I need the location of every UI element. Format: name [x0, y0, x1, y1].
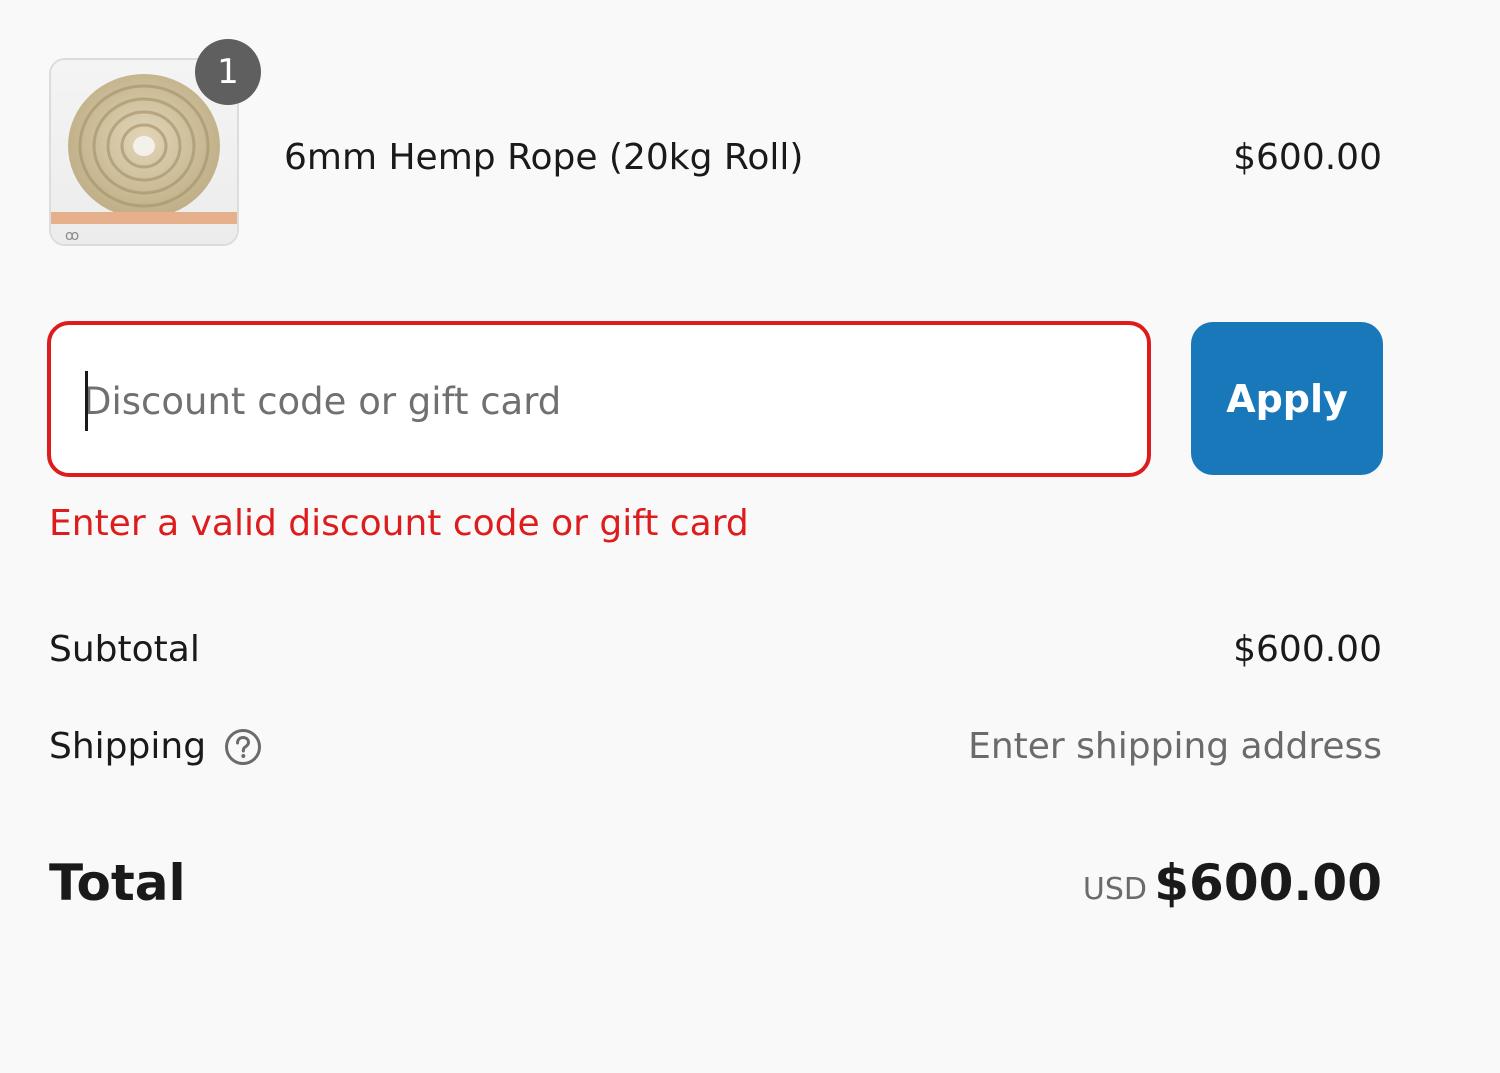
product-name: 6mm Hemp Rope (20kg Roll): [284, 137, 804, 178]
product-price: $600.00: [1233, 137, 1382, 178]
apply-button[interactable]: Apply: [1191, 322, 1383, 475]
shelf-decoration: [51, 212, 237, 224]
question-circle-icon[interactable]: [224, 728, 262, 766]
text-caret: [85, 371, 88, 431]
currency-code: USD: [1082, 872, 1147, 907]
discount-code-input[interactable]: [83, 365, 1083, 437]
shipping-value: Enter shipping address: [968, 726, 1382, 767]
subtotal-label: Subtotal: [49, 629, 200, 670]
total-label: Total: [49, 854, 186, 912]
order-summary: oo 1 6mm Hemp Rope (20kg Roll) $600.00 A…: [0, 0, 1500, 1073]
rope-roll-image: [68, 74, 220, 218]
shipping-label: Shipping: [49, 726, 207, 767]
subtotal-value: $600.00: [1233, 629, 1382, 670]
discount-field[interactable]: [47, 321, 1151, 477]
watermark-icon: oo: [65, 228, 79, 244]
quantity-badge: 1: [195, 39, 261, 105]
total-amount: $600.00: [1154, 854, 1382, 912]
discount-error-message: Enter a valid discount code or gift card: [49, 503, 749, 544]
